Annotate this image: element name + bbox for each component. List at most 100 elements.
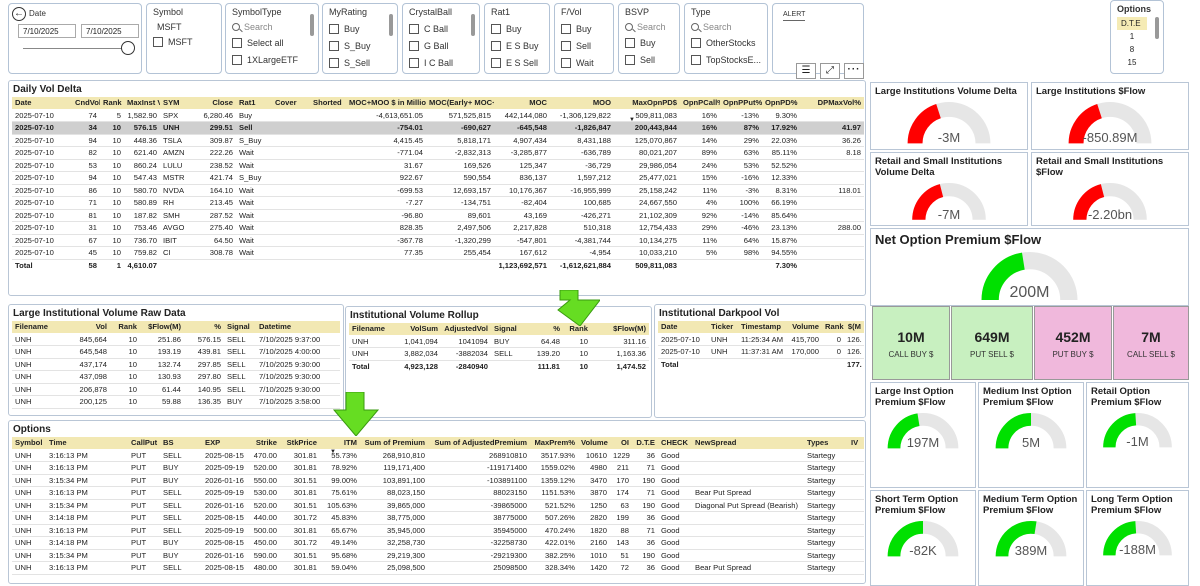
column-header[interactable]: Rat1	[236, 97, 272, 109]
table-row[interactable]: UNH 206,878 10 61.44 140.95 SELL 7/10/2025 9:3…	[12, 383, 340, 396]
column-header[interactable]: Time	[46, 437, 128, 449]
checkbox[interactable]	[232, 54, 242, 65]
table-row[interactable]: 2025-07-10 31 10 753.46 AVGO 275.40 Wait 828.35…	[12, 221, 864, 235]
table-row[interactable]: UNH 845,664 10 251.86 576.15 SELL 7/10/2025 9:…	[12, 333, 340, 346]
column-header[interactable]: MOC+MOO $ in Million	[346, 97, 426, 109]
checkbox[interactable]	[329, 57, 339, 68]
column-header[interactable]: D.T.E	[632, 437, 658, 449]
checkbox[interactable]	[491, 23, 501, 34]
column-header[interactable]: Rank	[822, 321, 844, 333]
symboltype-option[interactable]: Select all	[232, 34, 312, 51]
column-header[interactable]: Volume	[578, 437, 610, 449]
table-row[interactable]: 2025-07-10 82 10 621.40 AMZN 222.26 Wait -771.0…	[12, 146, 864, 160]
column-header[interactable]: Types	[804, 437, 848, 449]
column-header[interactable]: Timestamp	[738, 321, 788, 333]
table-row[interactable]: 2025-07-10 94 10 448.36 TSLA 309.87 S_Buy 4,415…	[12, 134, 864, 147]
date-range-handle[interactable]	[121, 41, 135, 55]
column-header[interactable]: MOC(Early+ MOC+AH)	[426, 97, 494, 109]
back-arrow-icon[interactable]: ←	[12, 7, 26, 21]
table-row[interactable]: UNH 200,125 10 59.88 136.35 BUY 7/10/2025 3:58…	[12, 395, 340, 409]
column-header[interactable]: Sum of AdjustedPremium	[428, 437, 530, 449]
column-header[interactable]: ITM	[320, 437, 360, 449]
column-header[interactable]: Strike	[250, 437, 280, 449]
checkbox[interactable]	[409, 23, 419, 34]
column-header[interactable]: Rank	[100, 97, 124, 109]
table-row[interactable]: 2025-07-10 74 5 1,582.90 SPX 6,280.46 Buy -4,61…	[12, 109, 864, 122]
options-item[interactable]: 15	[1117, 56, 1147, 69]
column-header[interactable]: EXP	[202, 437, 250, 449]
checkbox[interactable]	[329, 23, 339, 34]
column-header[interactable]: IV	[848, 437, 864, 449]
column-header[interactable]: OpnPD%	[762, 97, 800, 109]
table-row[interactable]: UNH 437,174 10 132.74 297.85 SELL 7/10/2025 9:…	[12, 358, 340, 371]
column-header[interactable]: Close	[194, 97, 236, 109]
column-header[interactable]: MOO	[550, 97, 614, 109]
table-row[interactable]: UNH 3:14:18 PM PUT SELL 2025-08-15 440.00 301.…	[12, 511, 864, 525]
table-row[interactable]: UNH 437,098 10 130.93 297.80 SELL 7/10/2025 9:…	[12, 370, 340, 384]
table-row[interactable]: UNH 3:16:13 PM PUT SELL 2025-09-19 500.00 301.…	[12, 524, 864, 537]
symboltype-option[interactable]: 1XLargeETF	[232, 51, 312, 68]
checkbox[interactable]	[329, 40, 339, 51]
end-date-input[interactable]: 7/10/2025	[81, 24, 139, 38]
column-header[interactable]: Datetime	[256, 321, 340, 333]
checkbox[interactable]	[232, 37, 242, 48]
table-row[interactable]: 2025-07-10 67 10 736.70 IBIT 64.50 Wait -367.78…	[12, 234, 864, 247]
checkbox[interactable]	[491, 40, 501, 51]
column-header[interactable]: SYM	[160, 97, 194, 109]
options-item[interactable]: 8	[1117, 43, 1147, 56]
column-header[interactable]: OI	[610, 437, 632, 449]
checkbox[interactable]	[691, 54, 701, 65]
column-header[interactable]: $Flow(M)	[140, 321, 184, 333]
bsvp-option[interactable]: Sell	[625, 51, 673, 68]
scrollbar[interactable]	[310, 14, 314, 36]
column-header[interactable]: BS	[160, 437, 202, 449]
column-header[interactable]: CallPut	[128, 437, 160, 449]
checkbox[interactable]	[691, 37, 701, 48]
crystalball-option[interactable]: G Ball	[409, 37, 473, 54]
column-header[interactable]: Vol	[54, 321, 110, 333]
scrollbar[interactable]	[471, 14, 475, 36]
table-row[interactable]: 2025-07-10 94 10 547.43 MSTR 421.74 S_Buy 922.6…	[12, 171, 864, 185]
column-header[interactable]: Shorted	[310, 97, 346, 109]
table-row[interactable]: UNH 3,882,034 -3882034 SELL 139.20 10 1,163.36	[349, 347, 649, 361]
checkbox[interactable]	[561, 40, 571, 51]
crystalball-option[interactable]: C Ball	[409, 20, 473, 37]
type-option[interactable]: TopStocksE...	[691, 51, 761, 68]
column-header[interactable]: AdjustedVol	[441, 323, 491, 335]
column-header[interactable]: MaxInst Vol%	[124, 97, 160, 109]
column-header[interactable]: CndVol	[72, 97, 100, 109]
table-row[interactable]: 2025-07-10 UNH 11:37:31 AM 170,000 0 126.	[658, 345, 864, 359]
column-header[interactable]: Date	[12, 97, 72, 109]
myrating-option[interactable]: S_Sell	[329, 54, 391, 71]
table-row[interactable]: 2025-07-10 86 10 580.70 NVDA 164.10 Wait -699.5…	[12, 184, 864, 197]
column-header[interactable]: OpnPCall%	[680, 97, 720, 109]
table-row[interactable]: UNH 3:16:13 PM PUT SELL 2025-08-15 470.00 301.…	[12, 449, 864, 462]
column-header[interactable]: MaxOpnPD$	[614, 97, 680, 109]
myrating-option[interactable]: Buy	[329, 20, 391, 37]
checkbox[interactable]	[491, 57, 501, 68]
column-header[interactable]: MOC	[494, 97, 550, 109]
checkbox[interactable]	[561, 23, 571, 34]
table-row[interactable]: UNH 3:14:18 PM PUT BUY 2025-08-15 450.00 301.7…	[12, 536, 864, 550]
type-option[interactable]: OtherStocks	[691, 34, 761, 51]
symbol-option[interactable]: MSFT	[153, 33, 215, 50]
table-row[interactable]: 2025-07-10 34 10 576.15 UNH 299.51 Sell -754.01…	[12, 121, 864, 135]
focus-mode-icon[interactable]: ⤢	[820, 63, 840, 79]
checkbox[interactable]	[625, 54, 635, 65]
column-header[interactable]: Cover	[272, 97, 310, 109]
table-row[interactable]: 2025-07-10 UNH 11:25:34 AM 415,700 0 126.	[658, 333, 864, 346]
column-header[interactable]: Signal	[224, 321, 256, 333]
column-header[interactable]: OpnPPut%	[720, 97, 762, 109]
column-header[interactable]: Filename	[349, 323, 391, 335]
column-header[interactable]: MaxPrem%	[530, 437, 578, 449]
table-row[interactable]: UNH 3:16:13 PM PUT SELL 2025-09-19 530.00 301.…	[12, 486, 864, 500]
options-item[interactable]: 1	[1117, 30, 1147, 43]
column-header[interactable]: Filename	[12, 321, 54, 333]
table-row[interactable]: 2025-07-10 45 10 759.82 CI 308.78 Wait 77.35 255…	[12, 246, 864, 260]
table-row[interactable]: UNH 3:16:13 PM PUT SELL 2025-08-15 480.00 301.…	[12, 561, 864, 575]
start-date-input[interactable]: 7/10/2025	[18, 24, 76, 38]
checkbox[interactable]	[409, 57, 419, 68]
filter-icon[interactable]: ☰	[796, 63, 816, 79]
table-row[interactable]: UNH 1,041,094 1041094 BUY 64.48 10 311.16	[349, 335, 649, 348]
options-selected-item[interactable]: D.T.E	[1117, 17, 1147, 30]
